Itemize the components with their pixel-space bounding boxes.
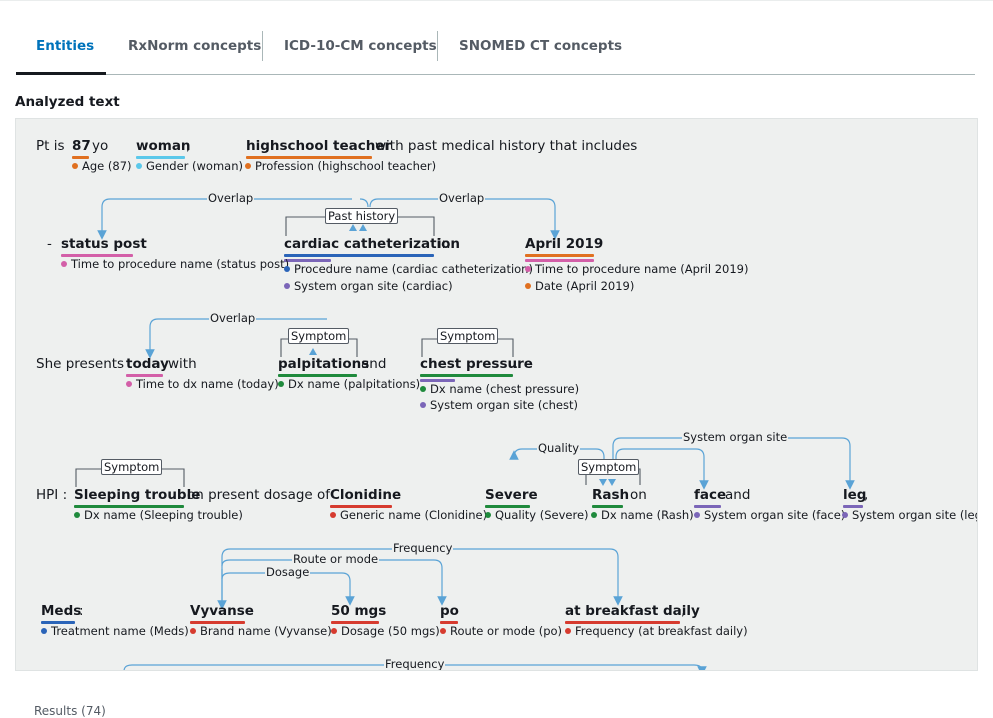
underline-cardiac-catheterization (284, 254, 434, 257)
entity-clonidine[interactable]: Clonidine (330, 487, 401, 504)
legend-rash: Dx name (Rash) (591, 508, 694, 523)
tab-snomed-ct-concepts[interactable]: SNOMED CT concepts (459, 22, 622, 74)
legend-leg: System organ site (leg) (842, 508, 977, 523)
legend-meds: Treatment name (Meds) (41, 624, 189, 639)
entity-cardiac-catheterization[interactable]: cardiac catheterization (284, 236, 460, 253)
entity-vyvanse[interactable]: Vyvanse (190, 603, 254, 620)
relation-label-overlap: Overlap (207, 191, 255, 205)
text-comma: , (864, 487, 869, 503)
legend-profession: Profession (highschool teacher) (245, 159, 436, 174)
text-hpi: HPI : (36, 487, 68, 503)
tag-symptom: Symptom (578, 459, 640, 475)
text-period: . (514, 356, 519, 372)
relation-label-system-organ-site: System organ site (682, 430, 789, 444)
entity-at-breakfast-daily[interactable]: at breakfast daily (565, 603, 700, 620)
relation-label-dosage: Dosage (265, 565, 311, 579)
text-and: and (361, 356, 387, 372)
relation-label-route-or-mode: Route or mode (292, 552, 380, 566)
tab-entities[interactable]: Entities (36, 22, 94, 74)
tab-rxnorm-concepts[interactable]: RxNorm concepts (128, 22, 261, 74)
text-period: . (595, 236, 600, 252)
entity-face[interactable]: face (694, 487, 726, 504)
legend-procedure-name: Procedure name (cardiac catheterization) (284, 262, 533, 277)
entity-50-mgs[interactable]: 50 mgs (331, 603, 386, 620)
underline-april-date (525, 254, 594, 257)
entity-woman[interactable]: woman (136, 138, 191, 155)
legend-time-april: Time to procedure name (April 2019) (525, 262, 748, 277)
tab-bar: Entities RxNorm concepts ICD-10-CM conce… (16, 22, 975, 75)
entity-palpitations[interactable]: palpitations (278, 356, 369, 373)
text-on: on (630, 487, 647, 503)
tag-symptom: Symptom (437, 328, 499, 344)
entity-highschool-teacher[interactable]: highschool teacher (246, 138, 391, 155)
text-comma: , (186, 138, 191, 154)
entity-po[interactable]: po (440, 603, 459, 620)
relation-label-overlap: Overlap (209, 311, 257, 325)
legend-system-organ-site-chest: System organ site (chest) (420, 398, 578, 413)
legend-clonidine: Generic name (Clonidine) (330, 508, 487, 523)
entity-meds[interactable]: Meds (41, 603, 81, 620)
top-divider (0, 0, 993, 1)
legend-50-mgs: Dosage (50 mgs) (331, 624, 440, 639)
entity-april-2019[interactable]: April 2019 (525, 236, 603, 253)
tag-symptom: Symptom (101, 459, 163, 475)
entity-rash[interactable]: Rash (592, 487, 629, 504)
tab-icd10cm-concepts[interactable]: ICD-10-CM concepts (284, 22, 437, 74)
legend-sleeping-trouble: Dx name (Sleeping trouble) (74, 508, 243, 523)
legend-at-breakfast-daily: Frequency (at breakfast daily) (565, 624, 748, 639)
text-comma: , (681, 603, 686, 619)
analyzed-text-panel: Pt is 87 yo woman , highschool teacher w… (15, 118, 978, 671)
legend-palpitations: Dx name (palpitations) (278, 377, 420, 392)
text-on-present-dosage: on present dosage of (187, 487, 331, 503)
text-colon: : (79, 603, 84, 619)
legend-face: System organ site (face) (694, 508, 845, 523)
text-in: in (438, 236, 451, 252)
legend-gender: Gender (woman) (136, 159, 243, 174)
entity-leg[interactable]: leg (843, 487, 866, 504)
text-rest: with past medical history that includes (375, 138, 638, 154)
text-and: and (725, 487, 751, 503)
legend-chest-pressure: Dx name (chest pressure) (420, 382, 579, 397)
section-heading: Analyzed text (15, 94, 120, 110)
text-with: with (168, 356, 197, 372)
legend-today: Time to dx name (today) (126, 377, 279, 392)
entity-sleeping-trouble[interactable]: Sleeping trouble (74, 487, 200, 504)
relation-label-quality: Quality (537, 441, 581, 455)
underline-chest-pressure (420, 374, 513, 377)
entity-age[interactable]: 87 (72, 138, 91, 155)
legend-severe: Quality (Severe) (485, 508, 589, 523)
text-she-presents: She presents (36, 356, 125, 372)
entity-status-post[interactable]: status post (61, 236, 147, 253)
relation-label-frequency: Frequency (392, 541, 454, 555)
text-dash: - (47, 236, 52, 252)
legend-status-post: Time to procedure name (status post) (61, 257, 289, 272)
legend-age: Age (87) (72, 159, 132, 174)
text-pt-is: Pt is (36, 138, 65, 154)
entity-severe[interactable]: Severe (485, 487, 538, 504)
text-period: . (393, 487, 398, 503)
tag-past-history: Past history (325, 208, 399, 224)
results-count: Results (74) (34, 704, 106, 718)
relation-label-overlap: Overlap (438, 191, 486, 205)
relation-label-frequency: Frequency (384, 657, 446, 671)
legend-po: Route or mode (po) (440, 624, 562, 639)
tab-separator (262, 31, 263, 61)
entity-today[interactable]: today (126, 356, 169, 373)
active-tab-indicator (16, 72, 106, 75)
text-yo: yo (92, 138, 109, 154)
legend-date-april: Date (April 2019) (525, 279, 634, 294)
tag-symptom: Symptom (288, 328, 350, 344)
tab-separator (437, 31, 438, 61)
legend-vyvanse: Brand name (Vyvanse) (190, 624, 332, 639)
legend-system-organ-site-cardiac: System organ site (cardiac) (284, 279, 453, 294)
